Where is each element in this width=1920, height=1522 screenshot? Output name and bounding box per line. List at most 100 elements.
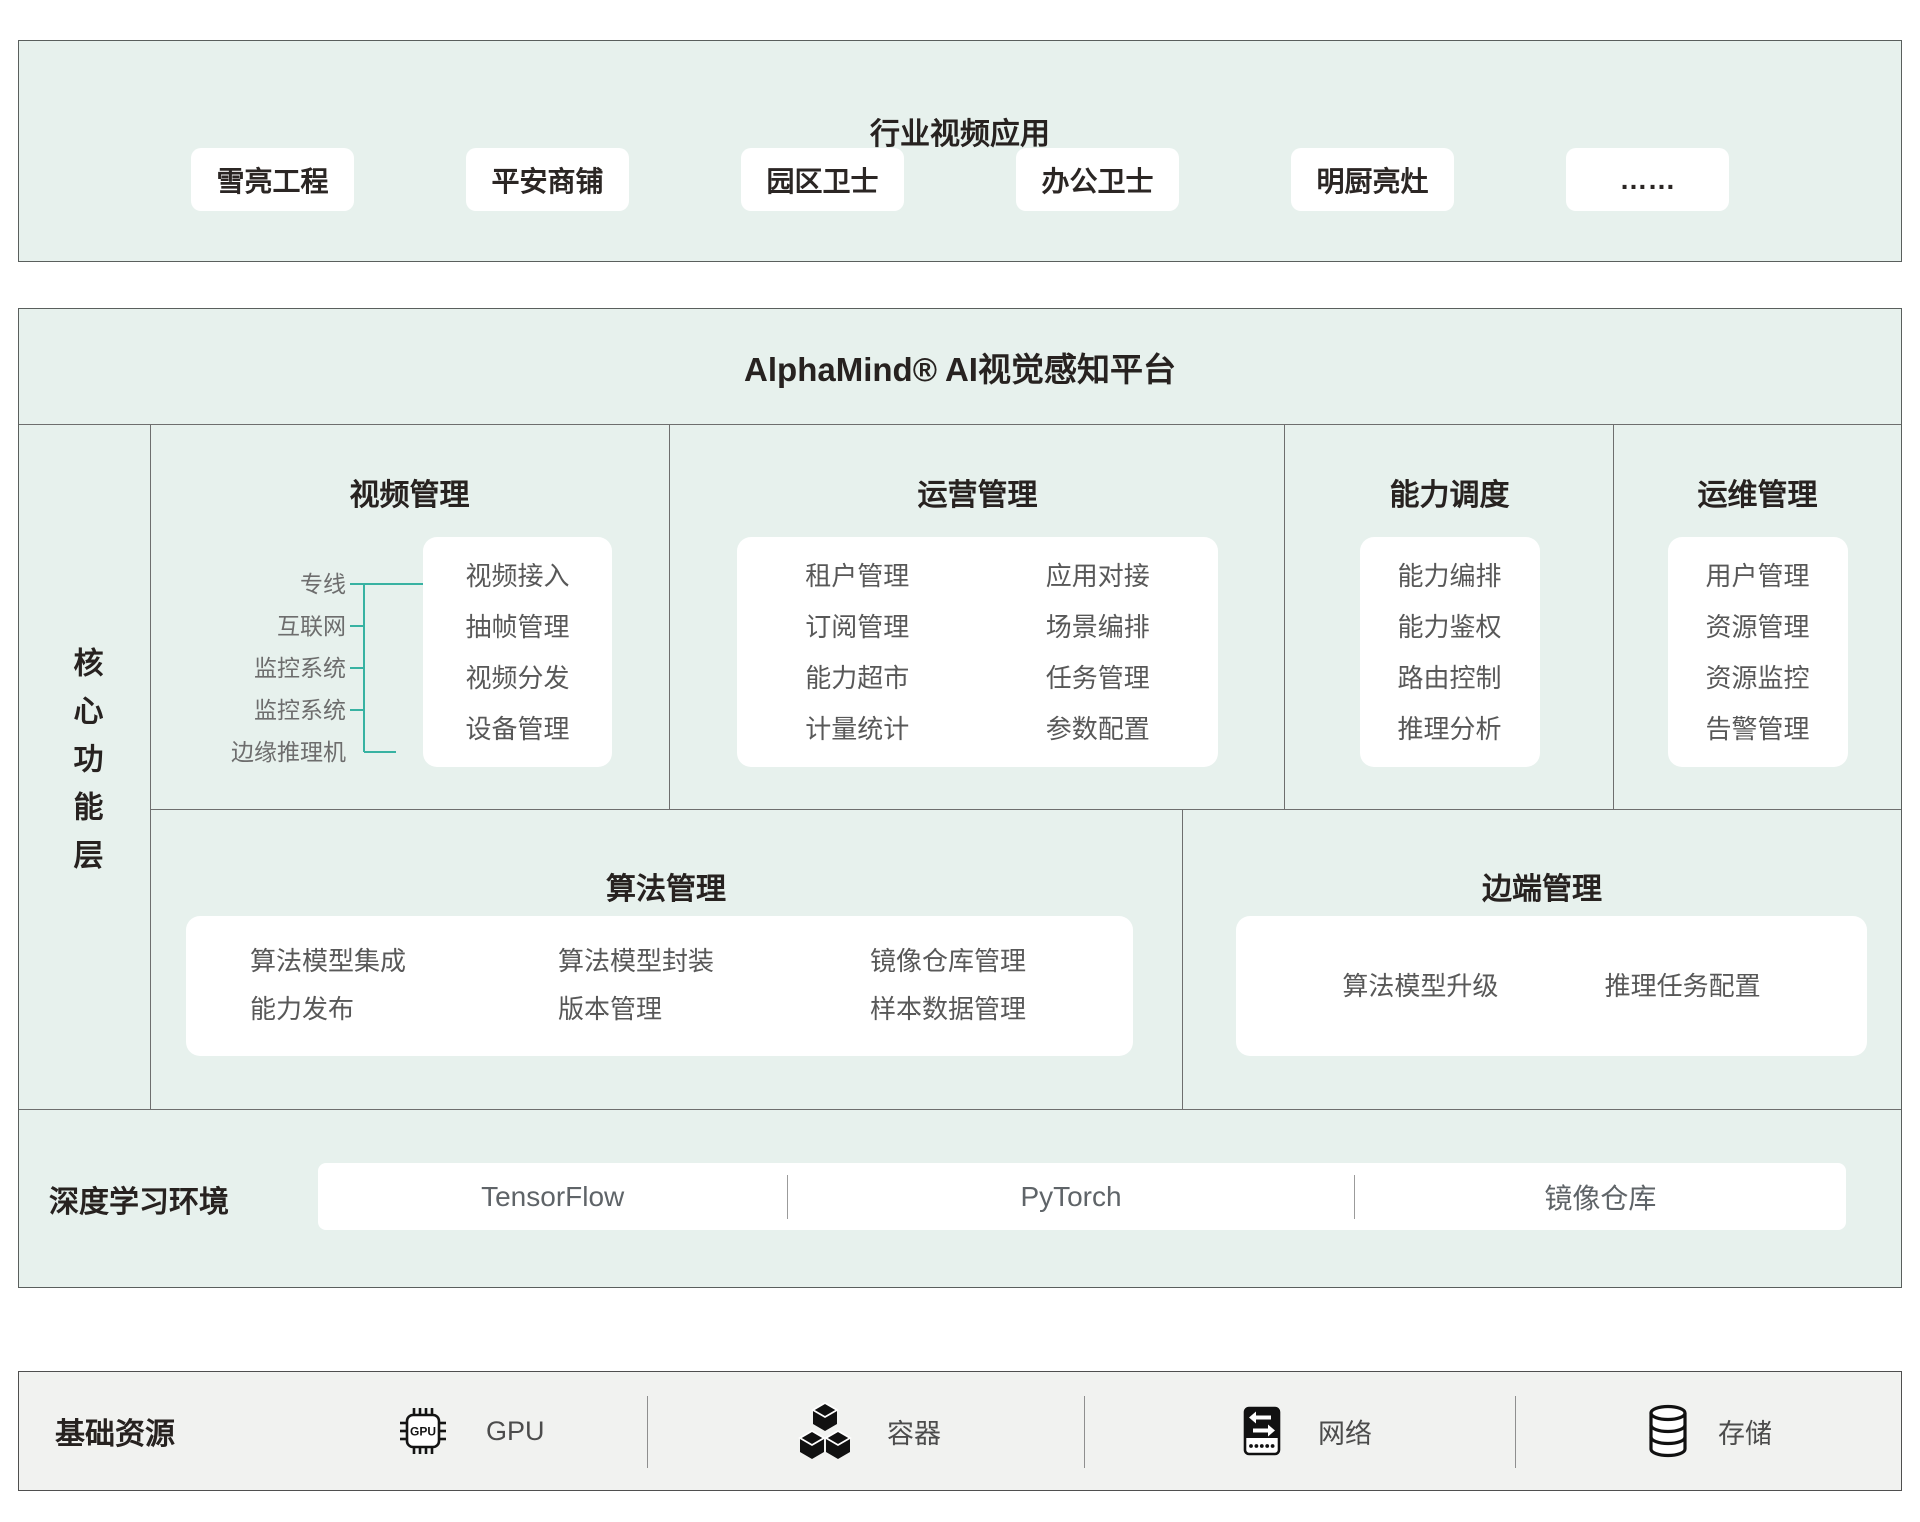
algo-mgmt-card: 算法模型集成 能力发布 算法模型封装 版本管理 镜像仓库管理 样本数据管理 <box>186 916 1133 1056</box>
infra-item-gpu: GPU <box>486 1372 545 1490</box>
card-item: 视频接入 <box>423 551 612 602</box>
card-item: 样本数据管理 <box>870 985 1133 1033</box>
card-item: 版本管理 <box>558 985 870 1033</box>
infra-item-label: 网络 <box>1318 1412 1372 1451</box>
platform-title: AlphaMind® AI视觉感知平台 <box>744 343 1176 391</box>
app-pill: 办公卫士 <box>1016 148 1179 211</box>
card-item: 抽帧管理 <box>423 602 612 653</box>
video-sources-list: 专线 互联网 监控系统 监控系统 边缘推理机 <box>150 563 346 773</box>
dl-env-item: 镜像仓库 <box>1355 1177 1846 1217</box>
infra-item-network: 网络 <box>1318 1372 1372 1490</box>
card-item: 参数配置 <box>978 704 1219 755</box>
architecture-diagram: 行业视频应用 雪亮工程 平安商铺 园区卫士 办公卫士 明厨亮灶 …… Alpha… <box>0 0 1920 1522</box>
video-mgmt-card: 视频接入 抽帧管理 视频分发 设备管理 <box>423 537 612 767</box>
card-item: 资源管理 <box>1668 602 1848 653</box>
module-title: 运营管理 <box>670 470 1285 514</box>
video-source: 监控系统 <box>150 689 346 731</box>
app-pill: 平安商铺 <box>466 148 629 211</box>
card-item: 设备管理 <box>423 704 612 755</box>
algo-col-1: 算法模型集成 能力发布 <box>250 937 558 1056</box>
card-item: 推理分析 <box>1360 704 1540 755</box>
core-layer: 核心功能层 视频管理 <box>19 424 1901 1109</box>
card-item: 能力鉴权 <box>1360 602 1540 653</box>
industry-apps-row: 雪亮工程 平安商铺 园区卫士 办公卫士 明厨亮灶 …… <box>19 148 1901 211</box>
module-title: 算法管理 <box>150 864 1182 908</box>
module-algo-mgmt: 算法管理 算法模型集成 能力发布 算法模型封装 版本管理 镜像仓 <box>150 810 1182 1109</box>
core-layer-content: 视频管理 专线 互联网 监控系统 <box>150 424 1901 1109</box>
card-item: 订阅管理 <box>737 602 978 653</box>
industry-apps-section: 行业视频应用 雪亮工程 平安商铺 园区卫士 办公卫士 明厨亮灶 …… <box>18 40 1902 262</box>
dl-env-item: TensorFlow <box>318 1181 787 1213</box>
card-item: 应用对接 <box>978 551 1219 602</box>
module-title: 运维管理 <box>1614 470 1901 514</box>
card-item: 场景编排 <box>978 602 1219 653</box>
card-item: 算法模型封装 <box>558 937 870 985</box>
module-om-mgmt: 运维管理 用户管理 资源管理 资源监控 告警管理 <box>1613 424 1901 809</box>
card-item: 能力编排 <box>1360 551 1540 602</box>
platform-section: AlphaMind® AI视觉感知平台 核心功能层 视频管理 <box>18 308 1902 1288</box>
industry-apps-title: 行业视频应用 <box>19 109 1901 153</box>
core-layer-label: 核心功能层 <box>63 647 107 887</box>
algo-col-3: 镜像仓库管理 样本数据管理 <box>870 937 1133 1056</box>
infra-item-label: 存储 <box>1718 1412 1772 1451</box>
om-mgmt-card: 用户管理 资源管理 资源监控 告警管理 <box>1668 537 1848 767</box>
card-item: 能力发布 <box>250 985 558 1033</box>
infra-label: 基础资源 <box>55 1409 175 1453</box>
core-layer-sidebar: 核心功能层 <box>19 424 151 1109</box>
infra-divider <box>1515 1396 1516 1468</box>
video-source: 边缘推理机 <box>150 731 346 773</box>
video-source: 监控系统 <box>150 647 346 689</box>
card-item: 告警管理 <box>1668 704 1848 755</box>
card-item: 视频分发 <box>423 653 612 704</box>
module-edge-mgmt: 边端管理 算法模型升级 推理任务配置 <box>1182 810 1901 1109</box>
operation-col-1: 租户管理 订阅管理 能力超市 计量统计 <box>737 551 978 767</box>
card-item: 计量统计 <box>737 704 978 755</box>
card-item: 租户管理 <box>737 551 978 602</box>
card-item: 用户管理 <box>1668 551 1848 602</box>
gpu-chip-icon: GPU <box>393 1401 453 1461</box>
capability-sched-card: 能力编排 能力鉴权 路由控制 推理分析 <box>1360 537 1540 767</box>
platform-title-band: AlphaMind® AI视觉感知平台 <box>19 309 1901 425</box>
edge-mgmt-card: 算法模型升级 推理任务配置 <box>1236 916 1867 1056</box>
app-pill: 明厨亮灶 <box>1291 148 1454 211</box>
operation-mgmt-card: 租户管理 订阅管理 能力超市 计量统计 应用对接 场景编排 任务管理 参数配置 <box>737 537 1218 767</box>
infra-item-storage: 存储 <box>1718 1372 1772 1490</box>
card-item: 任务管理 <box>978 653 1219 704</box>
card-item: 镜像仓库管理 <box>870 937 1133 985</box>
dl-env-item: PyTorch <box>788 1181 1353 1213</box>
dl-env-label-text: 深度学习环境 <box>49 1177 229 1221</box>
infra-section: 基础资源 GPU GPU <box>18 1371 1902 1491</box>
infra-item-label: 容器 <box>887 1412 941 1451</box>
dl-env-bar: TensorFlow PyTorch 镜像仓库 <box>318 1163 1846 1230</box>
module-title: 能力调度 <box>1285 470 1614 514</box>
container-cubes-icon <box>795 1401 855 1461</box>
card-item: 算法模型升级 <box>1342 962 1498 1010</box>
infra-item-container: 容器 <box>887 1372 941 1490</box>
infra-divider <box>1084 1396 1085 1468</box>
card-item: 资源监控 <box>1668 653 1848 704</box>
storage-database-icon <box>1638 1401 1698 1461</box>
module-title: 边端管理 <box>1183 864 1901 908</box>
video-source: 专线 <box>150 563 346 605</box>
modules-row-1: 视频管理 专线 互联网 监控系统 <box>150 424 1901 810</box>
infra-label-wrap: 基础资源 <box>55 1372 175 1490</box>
card-item: 能力超市 <box>737 653 978 704</box>
card-item: 推理任务配置 <box>1605 962 1761 1010</box>
module-video-mgmt: 视频管理 专线 互联网 监控系统 <box>150 424 669 809</box>
app-pill: 园区卫士 <box>741 148 904 211</box>
module-capability-sched: 能力调度 能力编排 能力鉴权 路由控制 推理分析 <box>1284 424 1614 809</box>
operation-col-2: 应用对接 场景编排 任务管理 参数配置 <box>978 551 1219 767</box>
card-item: 算法模型集成 <box>250 937 558 985</box>
module-title: 视频管理 <box>150 470 669 514</box>
dl-env-band: 深度学习环境 TensorFlow PyTorch 镜像仓库 <box>19 1109 1901 1287</box>
svg-text:GPU: GPU <box>410 1425 436 1439</box>
app-pill-more: …… <box>1566 148 1729 211</box>
infra-item-label: GPU <box>486 1416 545 1447</box>
modules-row-2: 算法管理 算法模型集成 能力发布 算法模型封装 版本管理 镜像仓 <box>150 810 1901 1109</box>
module-operation-mgmt: 运营管理 租户管理 订阅管理 能力超市 计量统计 应用对接 场景编排 <box>669 424 1285 809</box>
video-source: 互联网 <box>150 605 346 647</box>
app-pill: 雪亮工程 <box>191 148 354 211</box>
network-switch-icon <box>1232 1401 1292 1461</box>
algo-col-2: 算法模型封装 版本管理 <box>558 937 870 1056</box>
infra-divider <box>647 1396 648 1468</box>
